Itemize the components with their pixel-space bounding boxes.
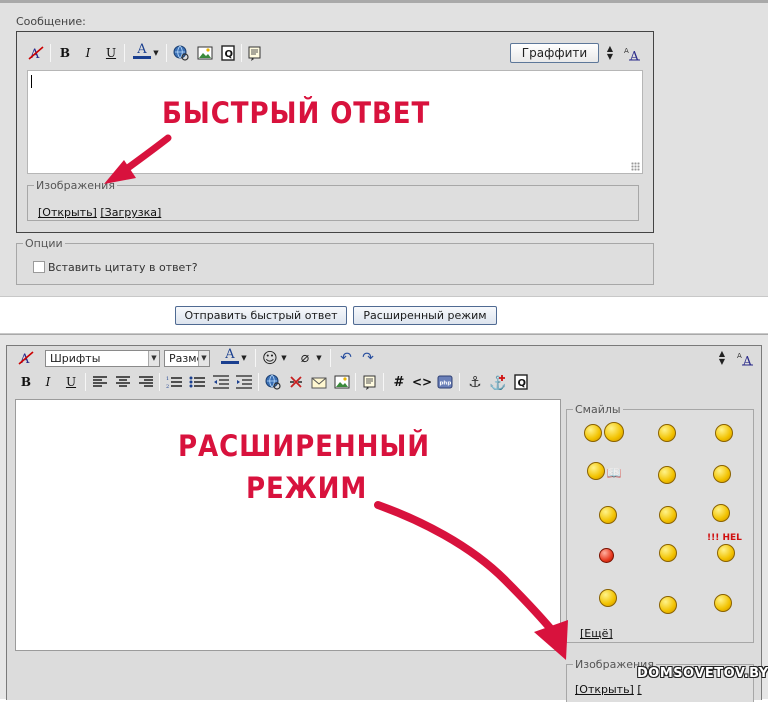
advanced-mode-arrow	[374, 501, 564, 644]
watermark: DOMSOVETOV.BY	[637, 666, 768, 681]
annotation-arrows	[104, 134, 568, 660]
advanced-mode-arrowhead	[534, 620, 568, 660]
